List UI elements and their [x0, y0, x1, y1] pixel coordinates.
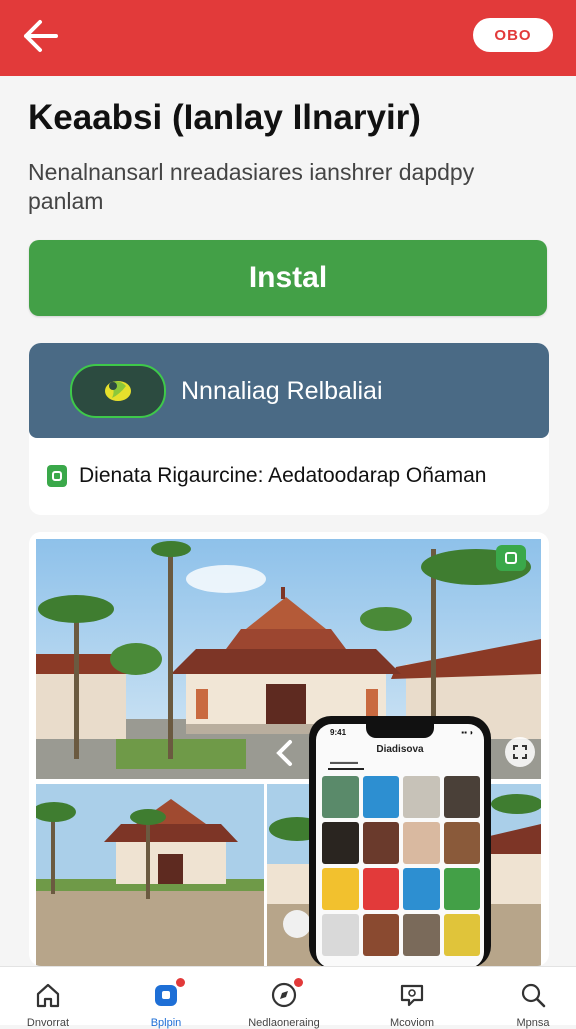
search-icon — [521, 983, 546, 1008]
promo-banner[interactable]: Nnnaliag Relbaliai — [29, 343, 549, 438]
nav-item-search[interactable]: Mpnsa — [478, 967, 576, 1029]
home-icon — [36, 983, 60, 1008]
phone-grid-cell[interactable] — [362, 914, 399, 956]
phone-grid-cell[interactable] — [362, 868, 399, 910]
nav-label: Nedlaoneraing — [248, 1017, 320, 1029]
nav-item-apps[interactable]: Bplpin — [111, 967, 221, 1029]
phone-grid-cell[interactable] — [443, 822, 480, 864]
info-text: Dienata Rigaurcine: Aedatoodarap Oñaman — [79, 464, 487, 487]
pill-label: OBO — [494, 26, 532, 44]
nav-label: Dnvorrat — [26, 1017, 70, 1029]
info-row: Dienata Rigaurcine: Aedatoodarap Oñaman — [47, 464, 486, 488]
check-badge-icon — [47, 465, 67, 487]
screenshot-gallery[interactable]: 9:41 ▪▪ ◗ Diadisova ▬▬▬▬ — [29, 532, 549, 966]
phone-grid-cell[interactable] — [362, 776, 399, 818]
phone-app-grid — [322, 776, 480, 956]
top-app-bar: OBO — [0, 0, 576, 76]
expand-icon — [513, 745, 527, 759]
install-button[interactable]: Instal — [29, 240, 547, 316]
check-badge-icon — [496, 545, 526, 571]
nav-item-explore[interactable]: Nedlaoneraing — [229, 967, 339, 1029]
signal-icon: ▪▪ ◗ — [461, 728, 474, 737]
nav-label: Bplpin — [150, 1017, 182, 1029]
phone-grid-cell[interactable] — [322, 822, 359, 864]
nav-item-home[interactable]: Dnvorrat — [0, 967, 103, 1029]
gallery-prev-button[interactable] — [267, 735, 303, 771]
phone-mockup: 9:41 ▪▪ ◗ Diadisova ▬▬▬▬ — [309, 716, 491, 966]
nav-label: Mcoviom — [389, 1017, 434, 1029]
phone-tab: ▬▬▬▬ — [330, 759, 358, 766]
phone-tab-indicator — [328, 768, 364, 770]
nav-label: Mpnsa — [516, 1017, 550, 1029]
nav-item-messages[interactable]: Mcoviom — [357, 967, 467, 1029]
phone-grid-cell[interactable] — [403, 868, 440, 910]
notification-dot — [294, 978, 303, 987]
chevron-left-icon — [276, 740, 292, 766]
phone-grid-cell[interactable] — [443, 776, 480, 818]
leaf-badge-icon — [70, 364, 166, 418]
app-subtitle: Nenalnansarl nreadasiares ianshrer dapdp… — [28, 159, 475, 214]
phone-grid-cell[interactable] — [443, 868, 480, 910]
app-title: Keaabsi (Ianlay Ilnaryir) — [28, 98, 421, 137]
phone-grid-cell[interactable] — [403, 914, 440, 956]
bottom-navigation: Dnvorrat Bplpin Nedlaoneraing Mcoviom Mp… — [0, 966, 576, 1029]
notification-dot — [176, 978, 185, 987]
phone-time: 9:41 — [330, 728, 347, 737]
phone-notch — [366, 724, 434, 738]
phone-grid-cell[interactable] — [403, 776, 440, 818]
back-button[interactable] — [18, 16, 62, 56]
message-icon — [400, 984, 424, 1007]
phone-grid-cell[interactable] — [362, 822, 399, 864]
phone-grid-cell[interactable] — [322, 914, 359, 956]
promo-label: Nnnaliag Relbaliai — [181, 377, 383, 405]
phone-app-title: Diadisova — [376, 744, 424, 755]
phone-screen: 9:41 ▪▪ ◗ Diadisova ▬▬▬▬ — [316, 724, 484, 966]
arrow-left-icon — [24, 20, 58, 52]
phone-grid-cell[interactable] — [443, 914, 480, 956]
expand-button[interactable] — [505, 737, 535, 767]
temple-photo-secondary[interactable] — [36, 784, 264, 966]
phone-grid-cell[interactable] — [322, 868, 359, 910]
header-pill-button[interactable]: OBO — [473, 18, 553, 52]
info-card: Nnnaliag Relbaliai Dienata Rigaurcine: A… — [29, 343, 549, 515]
phone-grid-cell[interactable] — [403, 822, 440, 864]
phone-grid-cell[interactable] — [322, 776, 359, 818]
